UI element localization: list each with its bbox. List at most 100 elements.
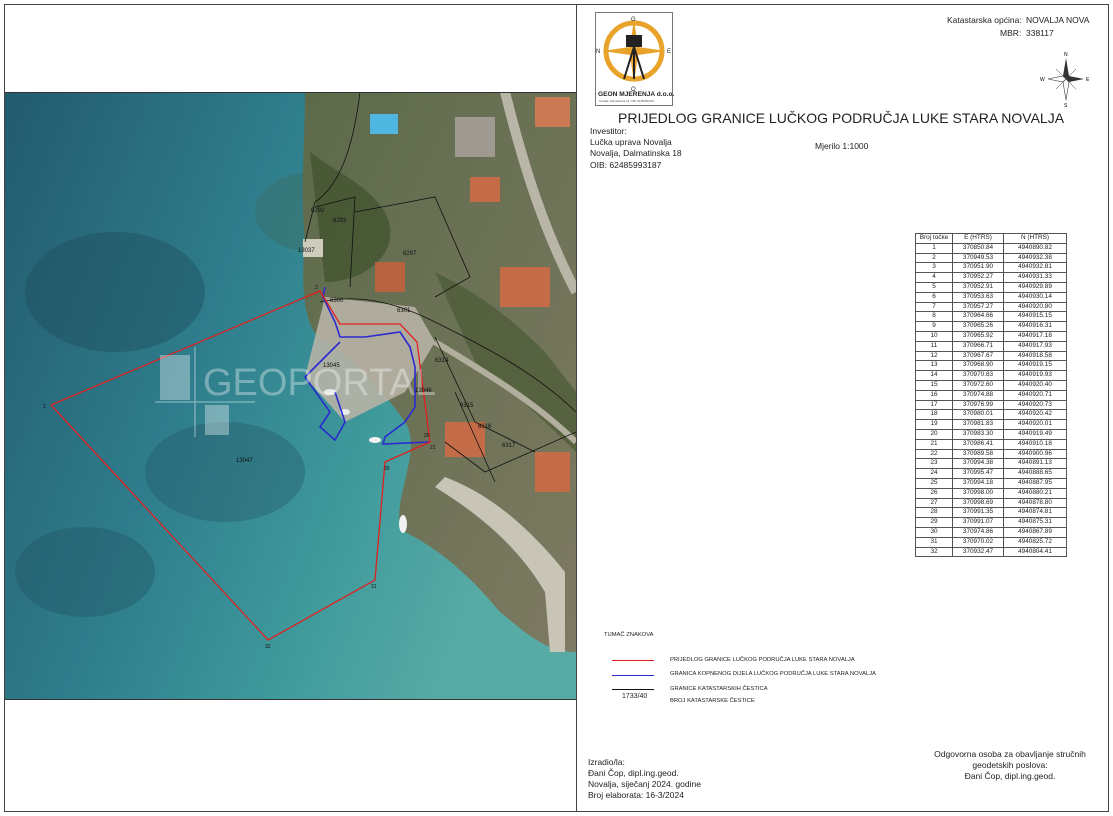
table-row: 26 370998.00 4940880.21: [915, 487, 1067, 499]
parcel-label: 13045: [323, 363, 340, 369]
point-label: 2: [315, 285, 318, 291]
table-cell: 28: [915, 507, 953, 519]
table-row: 17 370976.99 4940920.73: [915, 399, 1067, 411]
table-row: 3 370951.90 4940932.81: [915, 262, 1067, 274]
svg-text:GEOPORTAL: GEOPORTAL: [203, 362, 436, 404]
column-header: Broj točke: [915, 233, 953, 244]
table-cell: 27: [915, 497, 953, 509]
table-cell: 370970.83: [952, 370, 1004, 381]
table-cell: 4940825.72: [1003, 536, 1067, 548]
legend-blue-swatch: [612, 675, 654, 677]
table-cell: 370991.35: [952, 507, 1004, 519]
table-cell: 31: [915, 536, 953, 548]
table-cell: 370976.99: [952, 399, 1004, 411]
table-cell: 23: [915, 458, 953, 470]
point-label: 25: [424, 433, 430, 439]
logo-company: GEON MJERENJA d.o.o.: [598, 91, 675, 98]
table-cell: 370974.88: [952, 389, 1004, 401]
table-cell: 24: [915, 468, 953, 479]
table-cell: 4940890.82: [1003, 242, 1067, 254]
point-label: 32: [265, 644, 271, 650]
table-header-row: Broj točke E (HTRS) N (HTRS): [915, 233, 1067, 244]
ko-value: NOVALJA NOVA: [1026, 15, 1090, 25]
table-row: 27 370998.69 4940878.80: [915, 497, 1067, 509]
table-cell: 9: [915, 321, 953, 332]
table-cell: 29: [915, 517, 953, 528]
investor-label: Investitor:: [590, 126, 627, 136]
table-cell: 4: [915, 272, 953, 283]
table-row: 2 370949.53 4940932.38: [915, 252, 1067, 264]
table-cell: 370953.63: [952, 291, 1004, 303]
table-cell: 370968.90: [952, 360, 1004, 372]
table-cell: 4940915.15: [1003, 311, 1067, 323]
table-row: 23 370994.38 4940891.13: [915, 458, 1067, 470]
parcel-label: 6292: [311, 208, 325, 214]
table-row: 24 370995.47 4940888.65: [915, 468, 1067, 479]
table-cell: 4940891.13: [1003, 458, 1067, 470]
parcel-label: 6317: [502, 443, 516, 449]
table-row: 21 370986.41 4940910.18: [915, 438, 1067, 450]
author-label: Izradio/la:: [588, 757, 625, 767]
table-cell: 4940919.15: [1003, 360, 1067, 372]
table-cell: 370991.07: [952, 517, 1004, 528]
table-cell: 370986.41: [952, 438, 1004, 450]
table-cell: 4940916.31: [1003, 321, 1067, 332]
table-cell: 12: [915, 350, 953, 362]
table-row: 30 370974.86 4940867.89: [915, 526, 1067, 538]
elaborate-number: Broj elaborata: 16-3/2024: [588, 790, 684, 800]
investor-oib: OIB: 62485993187: [590, 160, 662, 170]
logo-emblem: G E O N: [596, 17, 671, 93]
table-cell: 370998.69: [952, 497, 1004, 509]
table-cell: 370980.01: [952, 409, 1004, 421]
table-cell: 370964.66: [952, 311, 1004, 323]
table-cell: 14: [915, 370, 953, 381]
table-cell: 370998.00: [952, 487, 1004, 499]
table-row: 9 370965.26 4940916.31: [915, 321, 1067, 332]
table-row: 8 370964.66 4940915.15: [915, 311, 1067, 323]
table-cell: 4940888.65: [1003, 468, 1067, 479]
table-cell: 26: [915, 487, 953, 499]
table-cell: 19: [915, 419, 953, 430]
table-cell: 370952.27: [952, 272, 1004, 283]
map-scale: Mjerilo 1:1000: [815, 141, 869, 151]
table-cell: 4940932.38: [1003, 252, 1067, 264]
table-row: 25 370994.18 4940887.95: [915, 477, 1067, 489]
table-cell: 370972.60: [952, 379, 1004, 391]
table-cell: 4940875.31: [1003, 517, 1067, 528]
parcel-label: 6300: [330, 298, 344, 304]
table-row: 29 370991.07 4940875.31: [915, 517, 1067, 528]
parcel-label: 13047: [236, 458, 253, 464]
author-date: Novalja, siječanj 2024. godine: [588, 779, 701, 789]
table-cell: 2: [915, 252, 953, 264]
table-cell: 370967.67: [952, 350, 1004, 362]
point-label: 31: [371, 584, 377, 590]
table-cell: 4940917.18: [1003, 330, 1067, 342]
svg-text:N: N: [596, 49, 600, 55]
table-row: 7 370957.27 4940920.80: [915, 301, 1067, 313]
coordinate-table: Broj točke E (HTRS) N (HTRS) 1 370850.84 4…: [915, 233, 1067, 558]
parcel-label: 13037: [298, 248, 315, 254]
legend-title: TUMAČ ZNAKOVA: [604, 632, 654, 638]
responsible-line-1: Odgovorna osoba za obavljanje stručnih: [934, 749, 1086, 759]
legend-black-text: GRANICE KATASTARSKIH ČESTICA: [670, 686, 768, 692]
table-cell: 4940917.93: [1003, 340, 1067, 352]
orthophoto-map[interactable]: GEOPORTAL 13045 13046 13047 13037 6292 6…: [5, 92, 576, 700]
table-cell: 13: [915, 360, 953, 372]
table-cell: 4940930.14: [1003, 291, 1067, 303]
svg-text:S: S: [1064, 103, 1068, 108]
table-cell: 370970.02: [952, 536, 1004, 548]
legend-black-swatch: [612, 689, 654, 691]
table-row: 13 370968.90 4940919.15: [915, 360, 1067, 372]
table-cell: 370965.92: [952, 330, 1004, 342]
table-cell: 5: [915, 281, 953, 293]
table-row: 22 370989.58 4940900.96: [915, 448, 1067, 460]
document-title: PRIJEDLOG GRANICE LUČKOG PODRUČJA LUKE S…: [618, 110, 1065, 126]
parcel-label: 6297: [403, 251, 417, 257]
table-cell: 6: [915, 291, 953, 303]
map-bottom-border: [5, 699, 576, 700]
table-cell: 4940920.40: [1003, 379, 1067, 391]
table-row: 1 370850.84 4940890.82: [915, 242, 1067, 254]
table-row: 31 370970.02 4940825.72: [915, 536, 1067, 548]
parcel-label: 6293: [333, 218, 347, 224]
table-cell: 4940920.42: [1003, 409, 1067, 421]
